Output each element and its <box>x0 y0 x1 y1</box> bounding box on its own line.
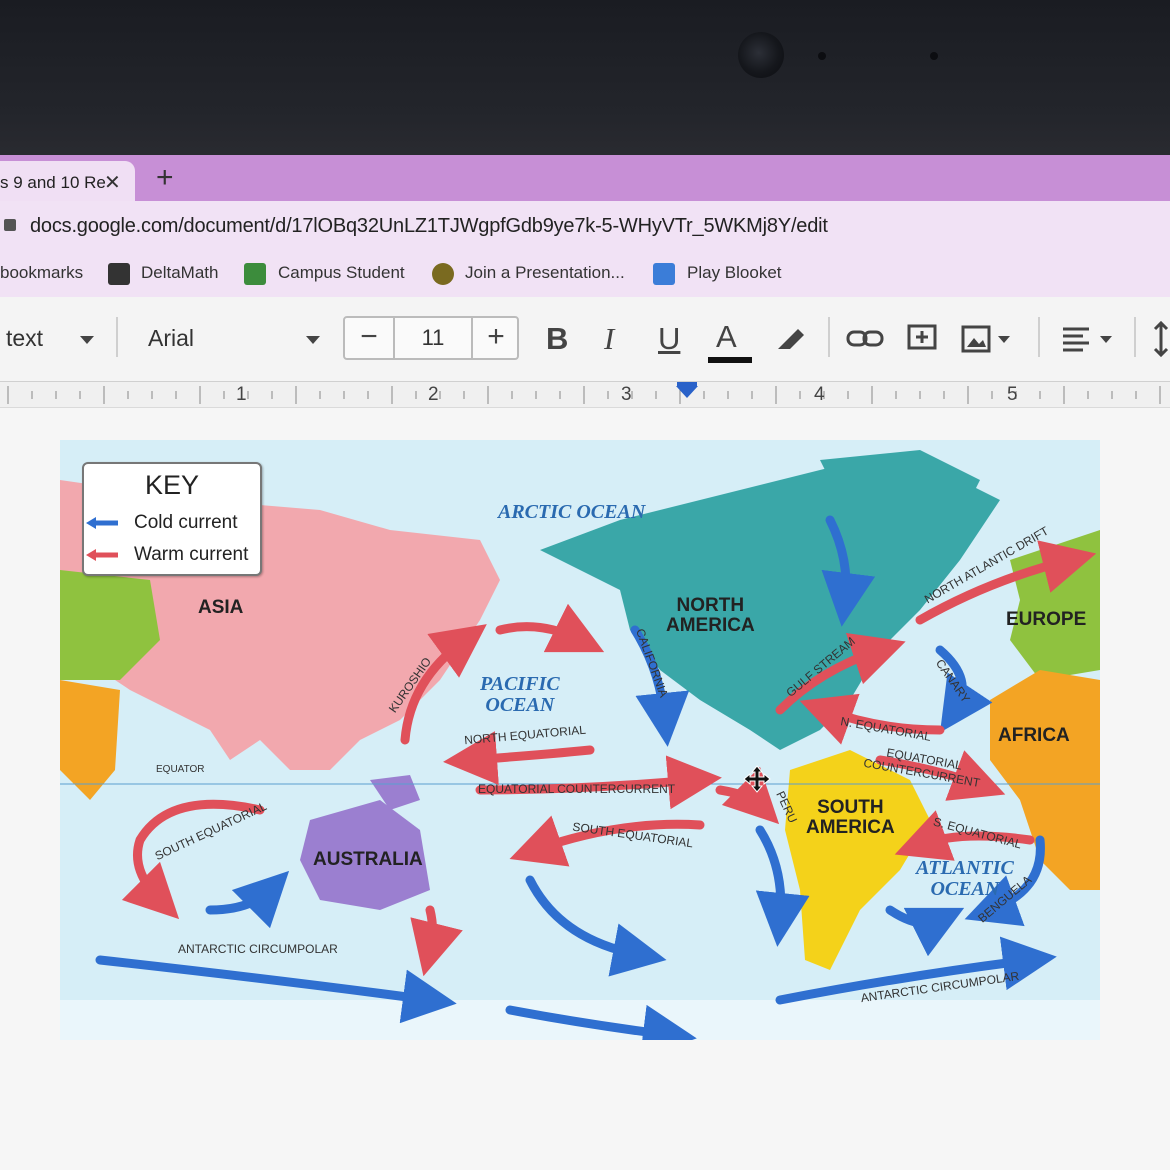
ruler-mark-2: 2 <box>428 384 439 405</box>
laptop-bezel <box>0 0 1170 160</box>
label-equator: EQUATOR <box>156 764 205 775</box>
label-pacific-ocean: PACIFIC OCEAN <box>480 673 560 716</box>
key-cold-label: Cold current <box>134 512 238 533</box>
ruler-mark-4: 4 <box>814 384 825 405</box>
italic-button[interactable]: I <box>604 321 614 357</box>
key-title: KEY <box>144 470 200 500</box>
divider <box>116 317 118 357</box>
document-page: KEY Cold current Warm current ASIA NORTH… <box>0 408 1170 1170</box>
increase-font-size-button[interactable]: + <box>473 318 519 358</box>
ruler-mark-3: 3 <box>621 384 632 405</box>
bookmark-all[interactable]: bookmarks <box>0 263 83 283</box>
label-africa: AFRICA <box>998 725 1070 746</box>
style-select[interactable]: text <box>6 325 43 352</box>
label-equatorial-countercurrent-pacific: EQUATORIAL COUNTERCURRENT <box>478 782 676 796</box>
north-pacific-current-arrow <box>495 603 605 653</box>
tab-active[interactable]: s 9 and 10 Re ✕ <box>0 161 135 201</box>
ruler-ticks <box>7 382 1161 404</box>
south-america-landmass <box>785 750 930 970</box>
text-color-swatch <box>708 357 752 363</box>
font-size-stepper: − 11 + <box>343 316 519 360</box>
atlantic-gyre-south-arrow <box>885 905 965 957</box>
font-select[interactable]: Arial <box>148 325 194 352</box>
bezel-sensor <box>930 52 938 60</box>
warm-current-swatch <box>86 549 118 561</box>
chevron-down-icon[interactable] <box>306 336 320 344</box>
bookmark-deltamath[interactable]: DeltaMath <box>141 263 218 283</box>
move-cursor-icon <box>743 765 771 793</box>
bookmark-join-presentation[interactable]: Join a Presentation... <box>465 263 625 283</box>
new-tab-button[interactable]: + <box>156 161 174 195</box>
align-icon[interactable] <box>1060 323 1120 355</box>
label-south-america: SOUTH AMERICA <box>806 797 895 838</box>
line-spacing-icon[interactable] <box>1152 319 1170 359</box>
tab-strip: s 9 and 10 Re ✕ + <box>0 155 1170 201</box>
chevron-down-icon[interactable] <box>80 336 94 344</box>
browser-window: s 9 and 10 Re ✕ + docs.google.com/docume… <box>0 155 1170 1170</box>
bookmark-play-blooket[interactable]: Play Blooket <box>687 263 782 283</box>
underline-button[interactable]: U <box>658 321 680 357</box>
label-asia: ASIA <box>198 597 244 618</box>
antarctic-current-arrow-1 <box>95 955 457 1024</box>
divider <box>1038 317 1040 357</box>
ruler[interactable]: 1 2 3 4 5 <box>0 382 1170 408</box>
east-australia-current-arrow <box>410 905 463 977</box>
campus-student-icon <box>244 263 266 285</box>
north-equatorial-pacific-arrow <box>443 731 595 786</box>
address-bar[interactable]: docs.google.com/document/d/17lOBq32UnLZ1… <box>0 201 1170 251</box>
deltamath-icon <box>108 263 130 285</box>
label-europe: EUROPE <box>1006 609 1087 630</box>
label-arctic-ocean: ARCTIC OCEAN <box>498 501 646 523</box>
decrease-font-size-button[interactable]: − <box>345 318 393 358</box>
europe-landmass <box>1010 530 1100 680</box>
divider <box>828 317 830 357</box>
docs-toolbar: text Arial − 11 + B I U A <box>0 297 1170 382</box>
ruler-mark-1: 1 <box>236 384 247 405</box>
peru-current-arrow <box>755 825 810 947</box>
bezel-sensor <box>818 52 826 60</box>
label-australia: AUSTRALIA <box>313 849 423 870</box>
ruler-mark-5: 5 <box>1007 384 1018 405</box>
map-key: KEY Cold current Warm current <box>82 462 262 576</box>
close-tab-icon[interactable]: ✕ <box>104 170 121 195</box>
avocado-icon <box>432 263 454 285</box>
highlighter-icon[interactable] <box>774 323 808 353</box>
divider <box>1134 317 1136 357</box>
bookmark-campus-student[interactable]: Campus Student <box>278 263 405 283</box>
ocean-currents-map[interactable]: KEY Cold current Warm current ASIA NORTH… <box>60 440 1100 1040</box>
label-antarctic-circumpolar-1: ANTARCTIC CIRCUMPOLAR <box>178 942 338 956</box>
text-color-button[interactable]: A <box>716 319 737 355</box>
key-warm-label: Warm current <box>134 544 249 565</box>
pacific-gyre-south-arrow <box>525 875 667 977</box>
india-region <box>60 680 120 800</box>
insert-image-icon[interactable] <box>960 323 1016 355</box>
lock-icon[interactable] <box>4 219 16 231</box>
label-north-america: NORTH AMERICA <box>666 595 755 636</box>
blooket-icon <box>653 263 675 285</box>
add-comment-icon[interactable] <box>906 323 938 353</box>
url-text[interactable]: docs.google.com/document/d/17lOBq32UnLZ1… <box>30 215 828 238</box>
font-size-input[interactable]: 11 <box>393 318 473 358</box>
bold-button[interactable]: B <box>546 321 568 357</box>
west-australia-current-arrow <box>205 870 290 929</box>
cold-current-swatch <box>86 517 118 529</box>
bookmarks-bar: bookmarks DeltaMath Campus Student Join … <box>0 251 1170 297</box>
link-icon[interactable] <box>846 327 886 351</box>
webcam <box>738 32 784 78</box>
tab-title: s 9 and 10 Re <box>0 173 106 192</box>
